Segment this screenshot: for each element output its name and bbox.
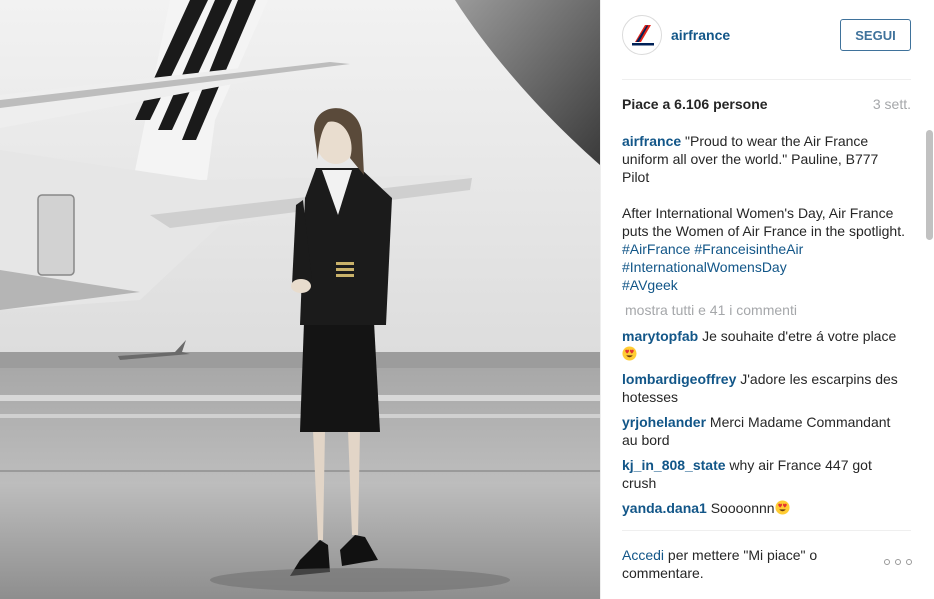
more-dot [884, 559, 890, 565]
login-link[interactable]: Accedi [622, 547, 664, 563]
more-dot [906, 559, 912, 565]
comment-text: Je souhaite d'etre á votre place [702, 328, 897, 344]
footer-divider [622, 530, 911, 531]
heart-eyes-emoji-icon [622, 346, 637, 361]
post-timestamp[interactable]: 3 sett. [873, 96, 911, 112]
comment-item: marytopfab Je souhaite d'etre á votre pl… [622, 327, 907, 363]
post-header: airfrance SEGUI [601, 0, 934, 72]
post-sidebar: airfrance SEGUI Piace a 6.106 persone 3 … [600, 0, 934, 599]
comment-item: yanda.dana1 Soooonnn [622, 499, 907, 517]
comment-item: lombardigeoffrey J'adore les escarpins d… [622, 370, 907, 406]
scrollbar-thumb[interactable] [926, 130, 933, 240]
comment-author[interactable]: yanda.dana1 [622, 500, 707, 516]
more-options-icon[interactable] [884, 555, 912, 569]
comment-item: yrjohelander Merci Madame Commandant au … [622, 413, 907, 449]
hashtag-link[interactable]: #InternationalWomensDay [622, 259, 787, 275]
follow-button[interactable]: SEGUI [840, 19, 911, 51]
show-all-comments-link[interactable]: mostra tutti e 41 i commenti [625, 301, 907, 319]
comments-list[interactable]: airfrance "Proud to wear the Air France … [622, 132, 907, 530]
comment-author[interactable]: lombardigeoffrey [622, 371, 736, 387]
comment-item: kj_in_808_state why air France 447 got c… [622, 456, 907, 492]
avatar[interactable] [622, 15, 662, 55]
hashtag-link[interactable]: #AVgeek [622, 277, 678, 293]
hashtag-link[interactable]: #AirFrance [622, 241, 690, 257]
comment-author[interactable]: marytopfab [622, 328, 698, 344]
comment-author[interactable]: yrjohelander [622, 414, 706, 430]
photo-illustration [0, 0, 600, 599]
comment-author[interactable]: kj_in_808_state [622, 457, 726, 473]
login-prompt: Accedi per mettere "Mi piace" o commenta… [622, 546, 852, 582]
caption-text-2: After International Women's Day, Air Fra… [622, 205, 906, 239]
header-divider [622, 79, 911, 80]
author-username[interactable]: airfrance [671, 27, 730, 43]
likes-row: Piace a 6.106 persone 3 sett. [622, 96, 911, 114]
comment-text: Soooonnn [710, 500, 775, 516]
likes-count[interactable]: Piace a 6.106 persone [622, 96, 768, 112]
post-photo[interactable] [0, 0, 600, 599]
comments-scrollbar[interactable] [926, 130, 933, 528]
hashtag-link[interactable]: #FranceisintheAir [694, 241, 803, 257]
more-dot [895, 559, 901, 565]
air-france-logo-icon [632, 25, 654, 46]
caption-author[interactable]: airfrance [622, 133, 681, 149]
caption: airfrance "Proud to wear the Air France … [622, 132, 907, 294]
heart-eyes-emoji-icon [775, 500, 790, 515]
